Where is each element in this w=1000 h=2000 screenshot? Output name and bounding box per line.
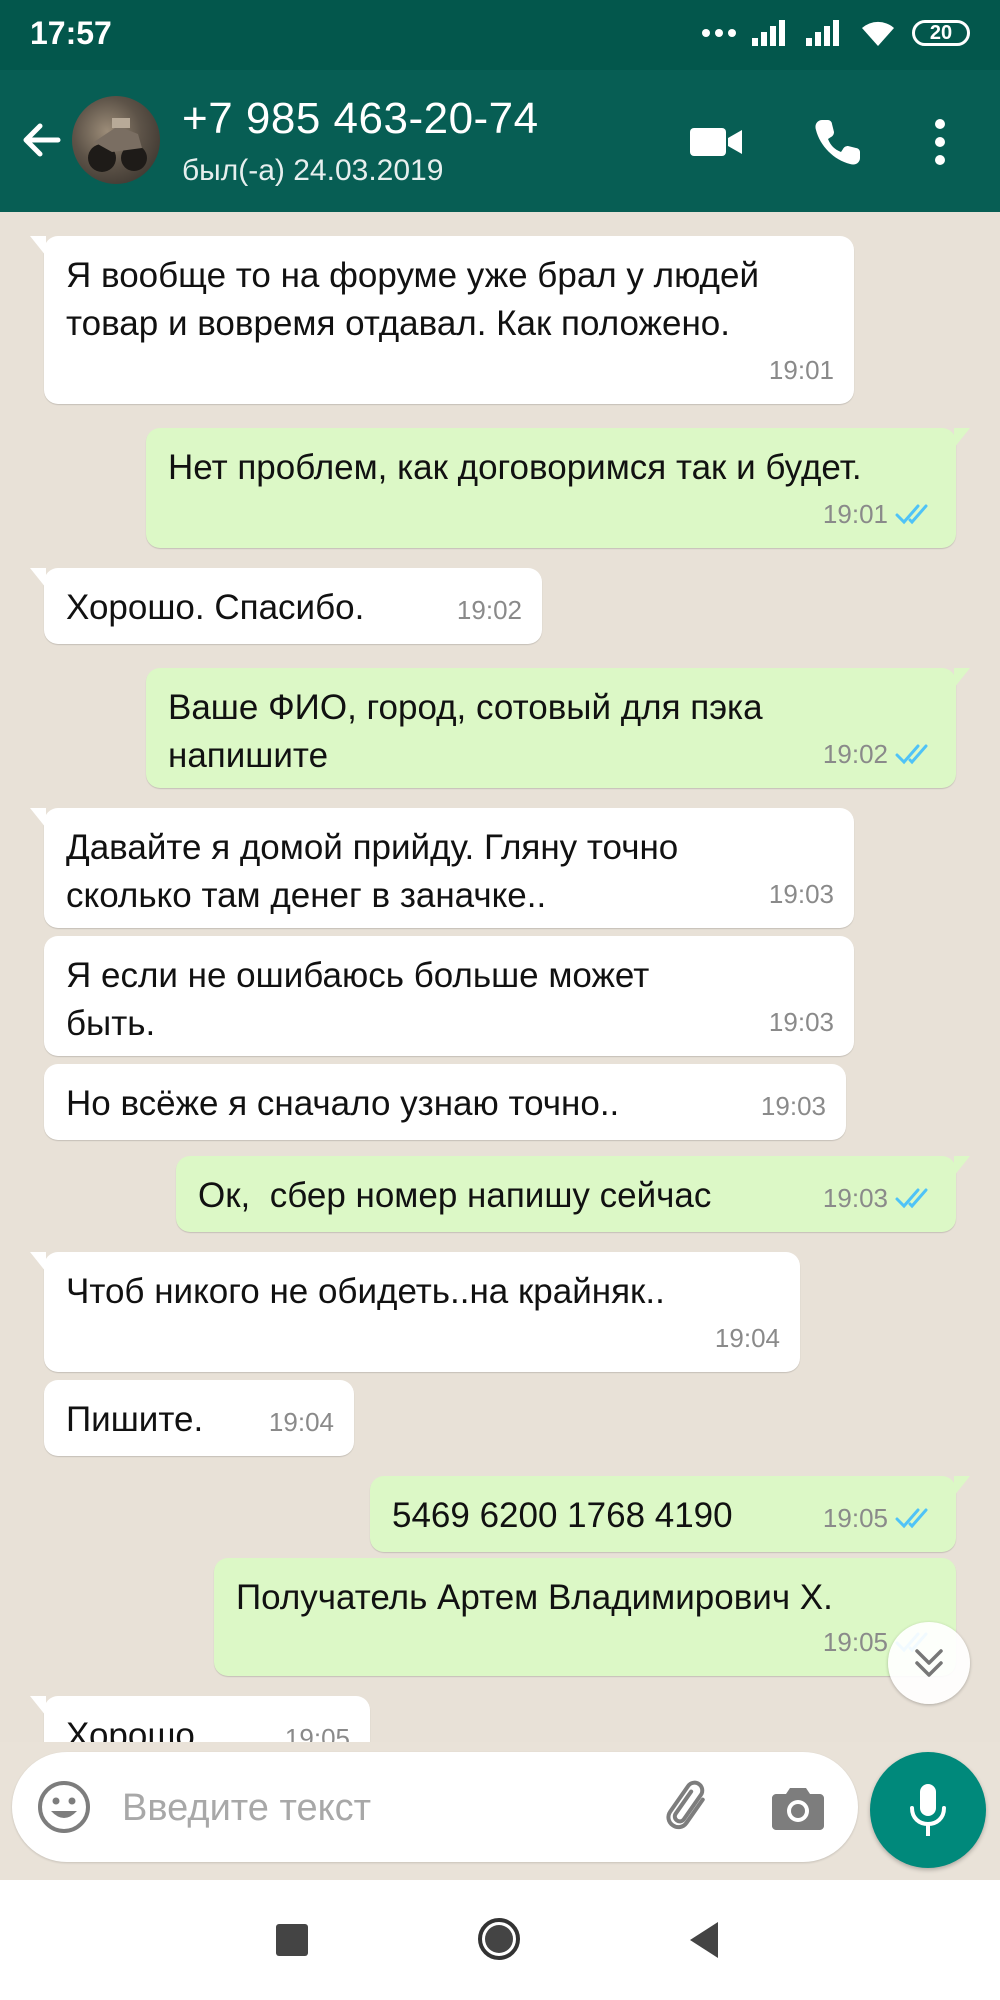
read-receipt-icon bbox=[895, 1508, 928, 1529]
message-text: Получатель Артем Владимирович Х. bbox=[236, 1578, 833, 1617]
message-incoming[interactable]: Но всёже я сначало узнаю точно.. 19:03 bbox=[44, 1064, 846, 1140]
chat-header: +7 985 463-20-74 был(-а) 24.03.2019 bbox=[0, 70, 1000, 212]
signal-icon bbox=[806, 20, 839, 46]
message-text: Хорошо. Спасибо. bbox=[66, 588, 365, 627]
motorcycle-photo-icon bbox=[88, 118, 147, 172]
double-chevron-down-icon bbox=[915, 1649, 943, 1677]
message-time: 19:01 bbox=[768, 355, 834, 385]
system-navigation-bar bbox=[0, 1880, 1000, 2000]
message-incoming[interactable]: Хорошо. 19:05 bbox=[30, 1696, 370, 1742]
status-time: 17:57 bbox=[30, 15, 112, 51]
message-time: 19:05 bbox=[822, 1503, 888, 1533]
read-receipt-icon bbox=[895, 744, 928, 765]
message-incoming[interactable]: Хорошо. Спасибо. 19:02 bbox=[30, 568, 542, 644]
signal-icon bbox=[752, 20, 785, 46]
message-time: 19:05 bbox=[822, 1627, 888, 1657]
contact-name[interactable]: +7 985 463-20-74 bbox=[182, 94, 539, 144]
message-outgoing[interactable]: Ок, сбер номер напишу сейчас 19:03 bbox=[176, 1156, 970, 1232]
message-time: 19:03 bbox=[760, 1091, 826, 1121]
message-time: 19:02 bbox=[456, 595, 522, 625]
camera-icon[interactable] bbox=[768, 1780, 828, 1836]
message-outgoing[interactable]: Получатель Артем Владимирович Х. 19:05 bbox=[214, 1558, 956, 1676]
voice-call-icon[interactable] bbox=[808, 112, 868, 172]
message-incoming[interactable]: Пишите. 19:04 bbox=[44, 1380, 354, 1456]
message-time: 19:04 bbox=[714, 1323, 780, 1353]
message-text: Нет проблем, как договоримся так и будет… bbox=[168, 448, 862, 487]
message-time: 19:03 bbox=[768, 1007, 834, 1037]
wifi-icon bbox=[862, 21, 894, 46]
message-text: Чтоб никого не обидеть..на крайняк.. bbox=[66, 1272, 665, 1311]
message-text: Ваше ФИО, город, сотовый для пэка напиши… bbox=[168, 688, 773, 775]
message-outgoing[interactable]: Нет проблем, как договоримся так и будет… bbox=[146, 428, 970, 548]
message-input[interactable] bbox=[120, 1782, 644, 1834]
message-incoming[interactable]: Давайте я домой прийду. Гляну точно скол… bbox=[30, 808, 854, 928]
read-receipt-icon bbox=[895, 504, 928, 525]
message-time: 19:05 bbox=[284, 1723, 350, 1742]
status-bar: 17:57 20 bbox=[0, 0, 1000, 70]
message-time: 19:04 bbox=[268, 1407, 334, 1437]
home-icon[interactable] bbox=[476, 1916, 522, 1962]
read-receipt-icon bbox=[895, 1188, 928, 1209]
video-call-icon[interactable] bbox=[686, 112, 746, 172]
message-time: 19:01 bbox=[822, 499, 888, 529]
message-time: 19:03 bbox=[822, 1183, 888, 1213]
back-arrow-icon[interactable] bbox=[18, 110, 68, 170]
message-time: 19:03 bbox=[768, 879, 834, 909]
message-outgoing[interactable]: Ваше ФИО, город, сотовый для пэка напиши… bbox=[146, 668, 970, 788]
message-composer bbox=[12, 1752, 858, 1862]
message-outgoing[interactable]: 5469 6200 1768 4190 19:05 bbox=[370, 1476, 970, 1552]
back-triangle-icon[interactable] bbox=[686, 1918, 722, 1962]
message-text: Но всёже я сначало узнаю точно.. bbox=[66, 1084, 620, 1123]
contact-avatar[interactable] bbox=[72, 96, 160, 184]
scroll-to-bottom-button[interactable] bbox=[888, 1622, 970, 1704]
message-incoming[interactable]: Чтоб никого не обидеть..на крайняк.. 19:… bbox=[30, 1252, 800, 1372]
paperclip-icon[interactable] bbox=[660, 1780, 720, 1836]
recent-apps-icon[interactable] bbox=[276, 1924, 308, 1956]
message-incoming[interactable]: Я если не ошибаюсь больше может быть. 19… bbox=[44, 936, 854, 1056]
more-options-icon[interactable] bbox=[915, 112, 965, 172]
battery-indicator: 20 bbox=[912, 20, 970, 46]
message-incoming[interactable]: Я вообще то на форуме уже брал у людей т… bbox=[30, 236, 854, 404]
message-time: 19:02 bbox=[822, 739, 888, 769]
status-icons: 20 bbox=[702, 18, 970, 48]
message-text: Давайте я домой прийду. Гляну точно скол… bbox=[66, 828, 688, 915]
voice-message-button[interactable] bbox=[870, 1752, 986, 1868]
message-list[interactable]: Я вообще то на форуме уже брал у людей т… bbox=[0, 212, 1000, 1742]
emoji-icon[interactable] bbox=[36, 1779, 92, 1835]
message-text: Я если не ошибаюсь больше может быть. bbox=[66, 956, 659, 1043]
last-seen-status: был(-а) 24.03.2019 bbox=[182, 154, 444, 187]
microphone-icon bbox=[910, 1784, 946, 1836]
message-text: Я вообще то на форуме уже брал у людей т… bbox=[66, 256, 769, 343]
more-notifications-icon bbox=[702, 29, 736, 37]
